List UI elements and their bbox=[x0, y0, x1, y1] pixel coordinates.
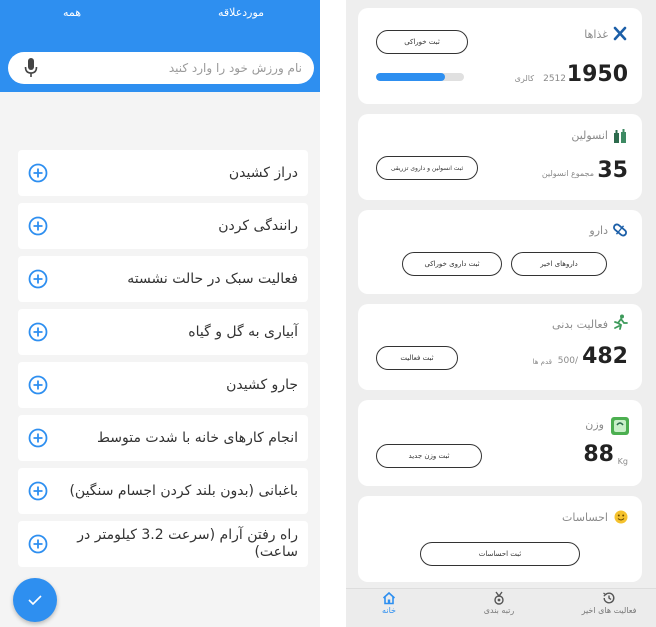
plus-circle-icon[interactable] bbox=[28, 375, 48, 395]
dashboard-screen: غذاها ثبت خوراکی 1950 2512 کالری انسولین… bbox=[346, 0, 656, 627]
mic-icon[interactable] bbox=[24, 58, 38, 78]
smile-icon bbox=[614, 510, 628, 524]
steps-unit: قدم ها bbox=[532, 358, 552, 366]
food-calories-unit: کالری bbox=[514, 74, 534, 83]
calorie-progress-bar bbox=[376, 73, 464, 81]
insulin-total-label: مجموع انسولین bbox=[541, 169, 594, 178]
add-activity-button[interactable]: ثبت فعالیت bbox=[376, 346, 458, 370]
tab-favorites[interactable]: موردعلاقه bbox=[218, 6, 264, 19]
add-food-button[interactable]: ثبت خوراکی bbox=[376, 30, 468, 54]
food-calories-goal: 2512 bbox=[543, 74, 566, 84]
feelings-card: احساسات ثبت احساسات bbox=[358, 496, 642, 582]
plus-circle-icon[interactable] bbox=[28, 216, 48, 236]
add-insulin-button[interactable]: ثبت انسولین و داروی تزریقی bbox=[376, 156, 478, 180]
medicine-title: دارو bbox=[589, 224, 608, 237]
confirm-fab-button[interactable] bbox=[13, 578, 57, 622]
nav-recent-activities[interactable]: فعالیت های اخیر bbox=[574, 591, 644, 615]
add-oral-medicine-button[interactable]: ثبت داروی خوراکی bbox=[402, 252, 502, 276]
scale-icon bbox=[611, 417, 629, 435]
plus-circle-icon[interactable] bbox=[28, 163, 48, 183]
search-input[interactable] bbox=[44, 52, 302, 84]
weight-card: وزن ثبت وزن جدید Kg 88 bbox=[358, 400, 642, 486]
physical-activity-card: فعالیت بدنی ثبت فعالیت 482 /500 قدم ها bbox=[358, 304, 642, 390]
list-item[interactable]: راه رفتن آرام (سرعت 3.2 کیلومتر در ساعت) bbox=[18, 521, 308, 567]
activity-label: راه رفتن آرام (سرعت 3.2 کیلومتر در ساعت) bbox=[77, 527, 298, 560]
insulin-icon bbox=[614, 129, 626, 143]
food-card: غذاها ثبت خوراکی 1950 2512 کالری bbox=[358, 8, 642, 104]
tab-all[interactable]: همه bbox=[63, 6, 81, 19]
activity-list: دراز کشیدن رانندگی کردن فعالیت سبک در حا… bbox=[18, 150, 308, 574]
recent-medicines-button[interactable]: داروهای اخیر bbox=[511, 252, 607, 276]
activity-label: جارو کشیدن bbox=[226, 377, 298, 393]
plus-circle-icon[interactable] bbox=[28, 269, 48, 289]
medicine-card: دارو ثبت داروی خوراکی داروهای اخیر bbox=[358, 210, 642, 294]
food-title: غذاها bbox=[584, 28, 608, 41]
check-icon bbox=[28, 595, 42, 606]
nav-home-label: خانه bbox=[382, 606, 396, 615]
insulin-total-value: 35 bbox=[597, 158, 628, 183]
activity-label: رانندگی کردن bbox=[218, 218, 298, 234]
weight-value: 88 bbox=[583, 442, 614, 467]
nav-home[interactable]: خانه bbox=[354, 591, 424, 615]
nav-ranking-label: رتبه بندی bbox=[483, 606, 515, 615]
activity-label: دراز کشیدن bbox=[228, 165, 298, 181]
nav-ranking[interactable]: رتبه بندی bbox=[464, 591, 534, 615]
home-icon bbox=[382, 591, 396, 605]
header-bar: همه موردعلاقه bbox=[0, 0, 320, 92]
medal-icon bbox=[494, 591, 504, 605]
add-feelings-button[interactable]: ثبت احساسات bbox=[420, 542, 580, 566]
bottom-navigation: خانه رتبه بندی فعالیت های اخیر bbox=[346, 588, 656, 627]
list-item[interactable]: دراز کشیدن bbox=[18, 150, 308, 196]
calorie-progress-fill bbox=[376, 73, 445, 81]
plus-circle-icon[interactable] bbox=[28, 534, 48, 554]
list-item[interactable]: آبیاری به گل و گیاه bbox=[18, 309, 308, 355]
activity-search-screen: همه موردعلاقه دراز کشیدن رانندگی کردن فع… bbox=[0, 0, 320, 627]
weight-unit: Kg bbox=[617, 457, 628, 466]
pill-icon bbox=[613, 223, 627, 237]
list-item[interactable]: انجام کارهای خانه با شدت متوسط bbox=[18, 415, 308, 461]
steps-goal: /500 bbox=[557, 356, 578, 366]
plus-circle-icon[interactable] bbox=[28, 481, 48, 501]
nav-recent-label: فعالیت های اخیر bbox=[581, 606, 637, 615]
history-icon bbox=[603, 592, 615, 604]
insulin-title: انسولین bbox=[571, 129, 608, 142]
feelings-title: احساسات bbox=[562, 511, 608, 524]
activity-label: انجام کارهای خانه با شدت متوسط bbox=[96, 430, 298, 446]
food-calories-value: 1950 bbox=[566, 62, 628, 87]
activity-label: فعالیت سبک در حالت نشسته bbox=[127, 271, 298, 287]
insulin-card: انسولین ثبت انسولین و داروی تزریقی 35 مج… bbox=[358, 114, 642, 200]
list-item[interactable]: رانندگی کردن bbox=[18, 203, 308, 249]
weight-title: وزن bbox=[585, 418, 604, 431]
activity-title: فعالیت بدنی bbox=[552, 318, 608, 331]
list-item[interactable]: باغبانی (بدون بلند کردن اجسام سنگین) bbox=[18, 468, 308, 514]
steps-value: 482 bbox=[582, 344, 628, 369]
list-item[interactable]: فعالیت سبک در حالت نشسته bbox=[18, 256, 308, 302]
plus-circle-icon[interactable] bbox=[28, 322, 48, 342]
activity-label: آبیاری به گل و گیاه bbox=[188, 324, 298, 340]
search-bar bbox=[8, 52, 314, 84]
activity-label: باغبانی (بدون بلند کردن اجسام سنگین) bbox=[69, 483, 298, 499]
utensils-icon bbox=[613, 26, 627, 41]
plus-circle-icon[interactable] bbox=[28, 428, 48, 448]
running-icon bbox=[614, 314, 628, 330]
add-weight-button[interactable]: ثبت وزن جدید bbox=[376, 444, 482, 468]
list-item[interactable]: جارو کشیدن bbox=[18, 362, 308, 408]
